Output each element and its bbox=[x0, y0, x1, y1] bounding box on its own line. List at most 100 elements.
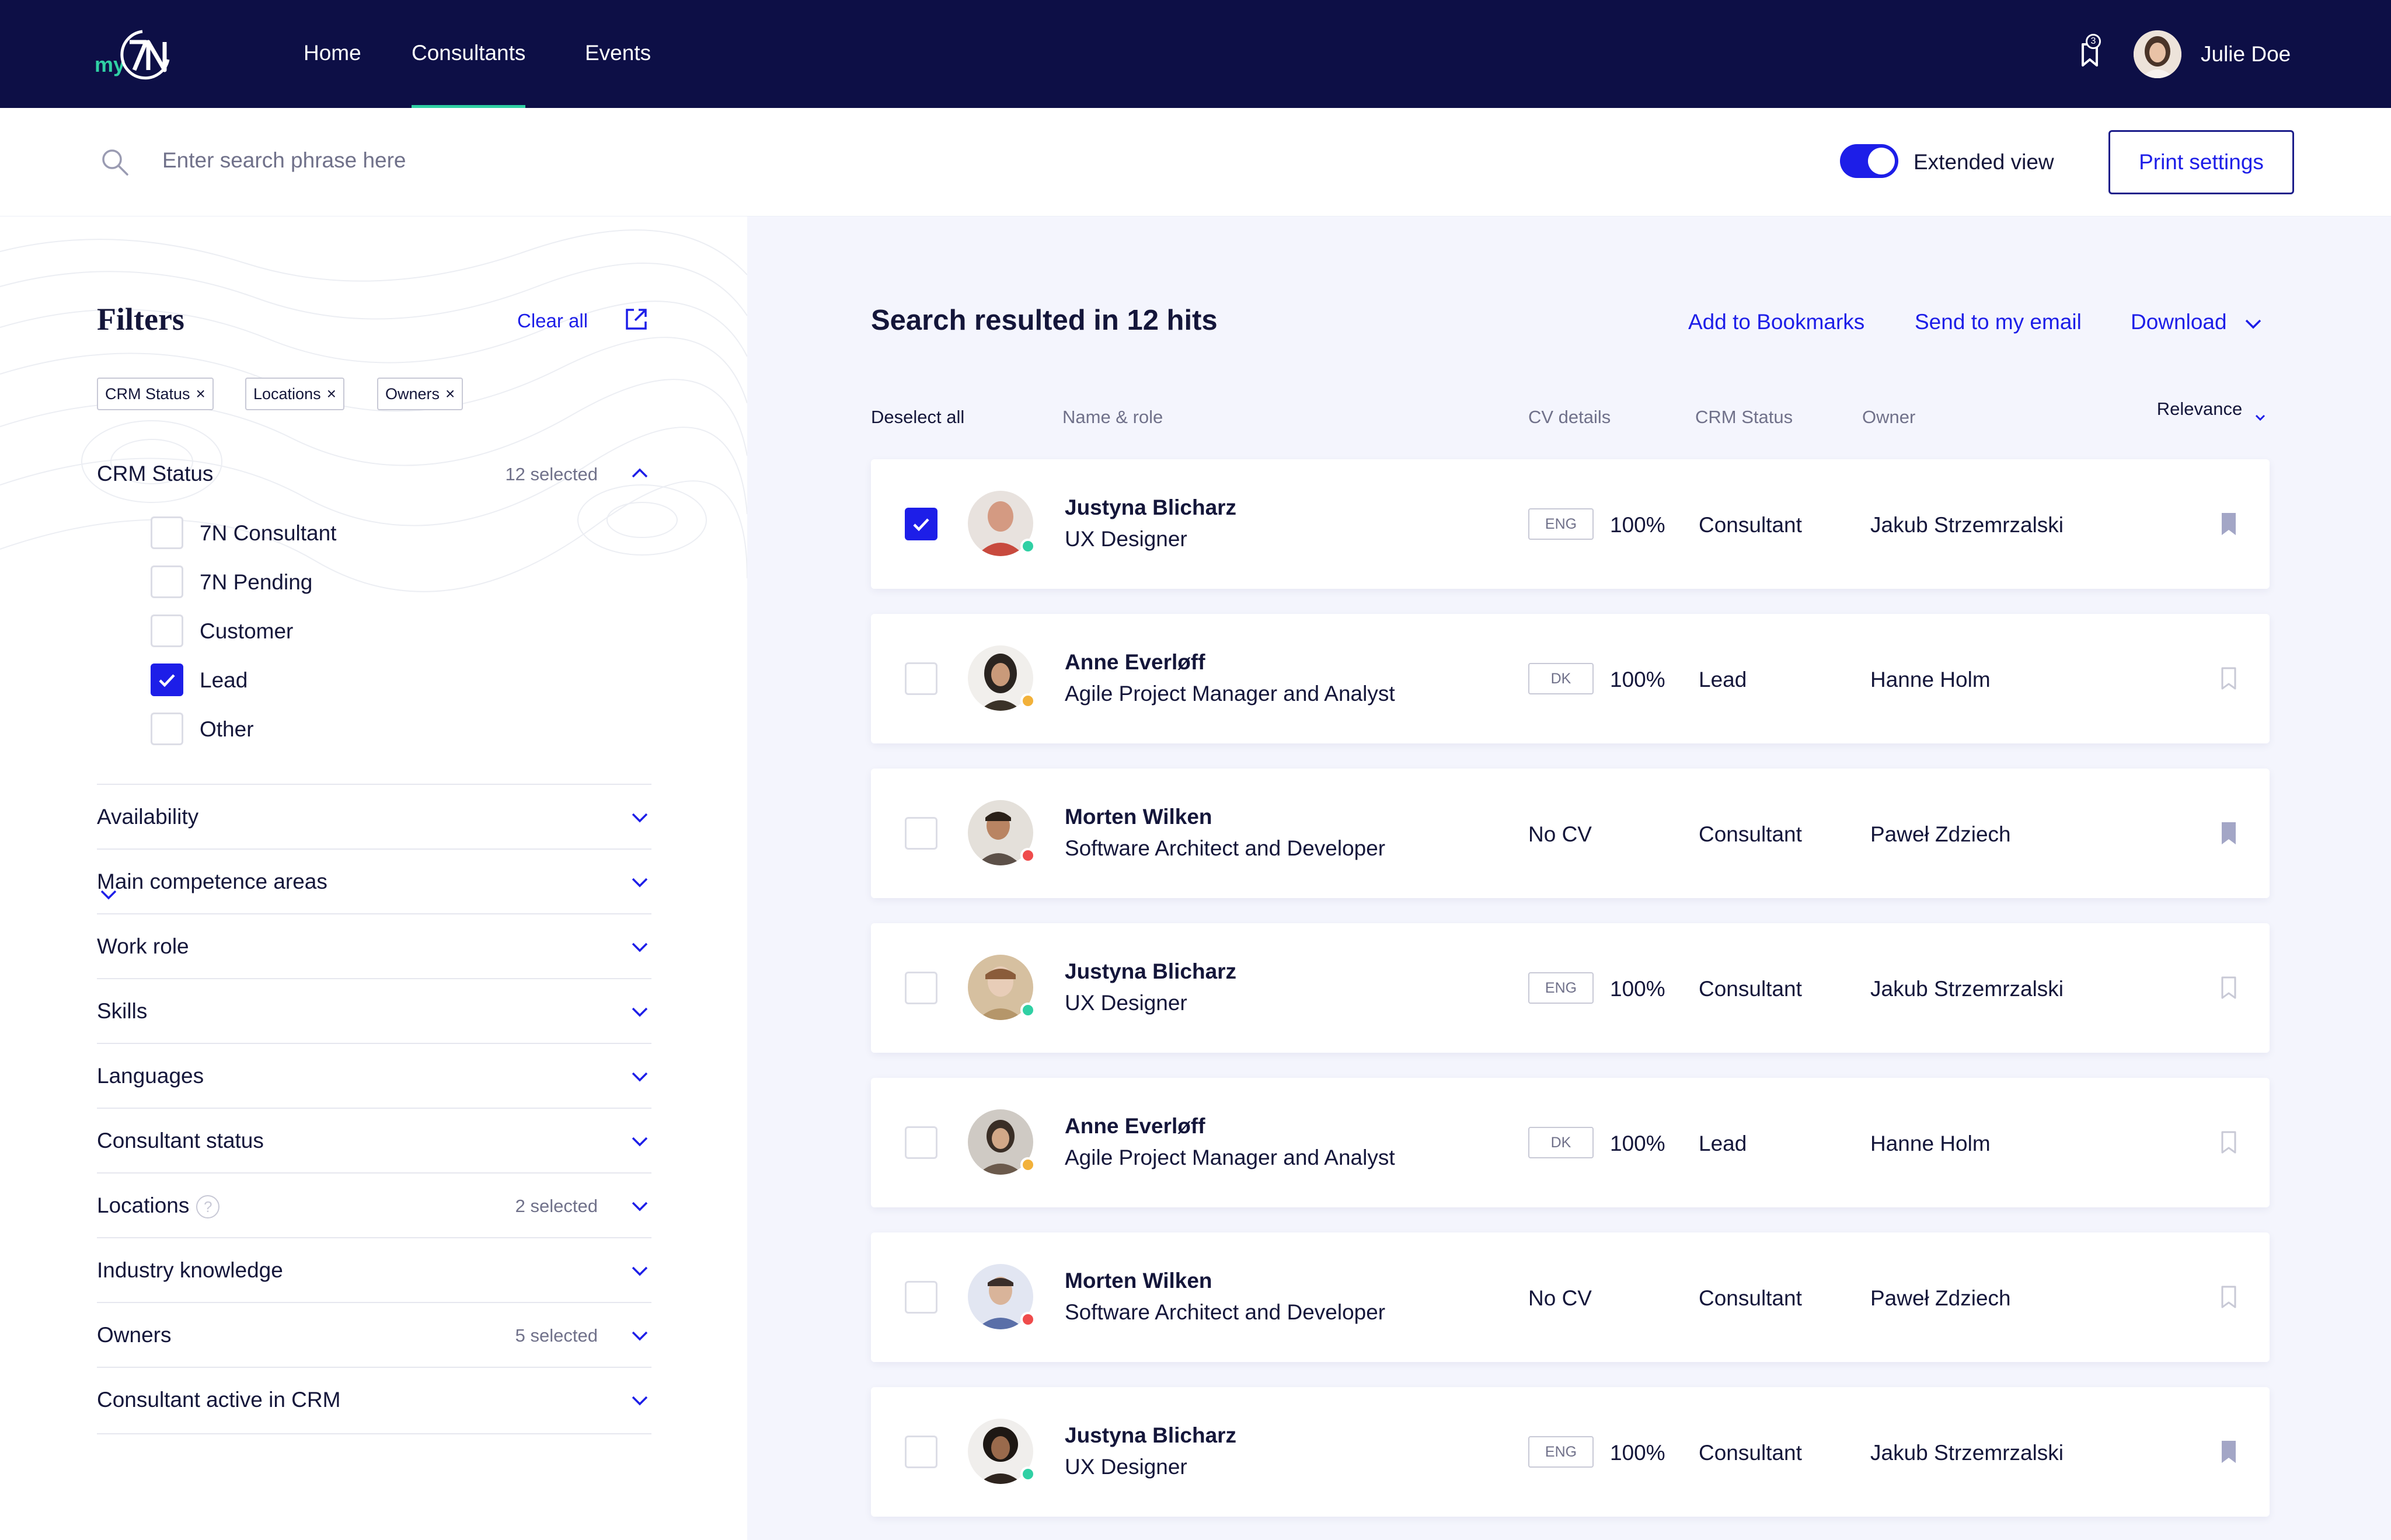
chevron-down-icon[interactable] bbox=[628, 1130, 651, 1153]
user-name[interactable]: Julie Doe bbox=[2201, 42, 2291, 67]
result-row[interactable]: Morten Wilken Software Architect and Dev… bbox=[871, 1232, 2270, 1362]
result-row[interactable]: Anne Everløff Agile Project Manager and … bbox=[871, 614, 2270, 743]
help-icon[interactable]: ? bbox=[196, 1195, 220, 1219]
filter-languages[interactable]: Languages bbox=[97, 1043, 651, 1108]
export-icon[interactable] bbox=[622, 305, 650, 333]
sort-relevance[interactable]: Relevance bbox=[2153, 399, 2246, 420]
chevron-down-icon[interactable] bbox=[628, 871, 651, 894]
chevron-down-icon[interactable] bbox=[2253, 410, 2267, 424]
result-row[interactable]: Justyna Blicharz UX Designer ENG 100% Co… bbox=[871, 459, 2270, 589]
nav-consultants[interactable]: Consultants bbox=[412, 41, 526, 109]
chevron-down-icon[interactable] bbox=[628, 935, 651, 959]
consultant-role: UX Designer bbox=[1065, 527, 1187, 551]
consultant-role: Software Architect and Developer bbox=[1065, 1300, 1386, 1324]
row-checkbox[interactable] bbox=[905, 1126, 937, 1159]
app-logo[interactable]: my bbox=[95, 25, 182, 83]
nav-home[interactable]: Home bbox=[304, 41, 361, 65]
search-input[interactable] bbox=[162, 143, 863, 178]
filter-consultant-active-in-crm[interactable]: Consultant active in CRM bbox=[97, 1367, 651, 1432]
filter-industry-knowledge[interactable]: Industry knowledge bbox=[97, 1237, 651, 1302]
remove-chip-icon[interactable]: × bbox=[445, 385, 455, 403]
filter-label: Owners bbox=[97, 1323, 172, 1347]
extended-view-label: Extended view bbox=[1914, 150, 2054, 174]
bookmark-outline-icon[interactable] bbox=[2217, 1283, 2240, 1312]
chevron-down-icon[interactable] bbox=[628, 1259, 651, 1283]
chevron-down-icon[interactable] bbox=[2242, 312, 2265, 336]
filter-chip-crm-status[interactable]: CRM Status × bbox=[97, 378, 214, 410]
chevron-down-icon[interactable] bbox=[628, 1000, 651, 1024]
consultant-name[interactable]: Anne Everløff bbox=[1065, 1114, 1205, 1139]
crm-status-value: Lead bbox=[1699, 1132, 1747, 1155]
checkbox[interactable] bbox=[151, 516, 183, 549]
row-checkbox[interactable] bbox=[905, 1436, 937, 1468]
filter-owners[interactable]: Owners 5 selected bbox=[97, 1302, 651, 1367]
consultant-name[interactable]: Justyna Blicharz bbox=[1065, 959, 1236, 984]
clear-all-link[interactable]: Clear all bbox=[517, 310, 588, 332]
column-header-crm: CRM Status bbox=[1695, 407, 1793, 427]
check-icon bbox=[159, 674, 175, 687]
crm-status-value: Consultant bbox=[1699, 1286, 1802, 1310]
filter-label: Industry knowledge bbox=[97, 1258, 283, 1282]
filter-availability[interactable]: Availability bbox=[97, 784, 651, 849]
nav-events[interactable]: Events bbox=[585, 41, 651, 65]
filter-consultant-status[interactable]: Consultant status bbox=[97, 1108, 651, 1173]
user-avatar[interactable] bbox=[2134, 30, 2181, 78]
print-settings-button[interactable]: Print settings bbox=[2108, 130, 2294, 194]
download-dropdown[interactable]: Download bbox=[2131, 310, 2227, 334]
chevron-down-icon[interactable] bbox=[628, 1324, 651, 1347]
row-checkbox-checked[interactable] bbox=[905, 508, 937, 540]
consultant-role: Agile Project Manager and Analyst bbox=[1065, 1146, 1395, 1169]
checkbox[interactable] bbox=[151, 614, 183, 647]
extended-view-toggle[interactable] bbox=[1840, 144, 1898, 178]
consultant-name[interactable]: Justyna Blicharz bbox=[1065, 1423, 1236, 1448]
bookmark-icon[interactable] bbox=[2217, 509, 2240, 539]
add-to-bookmarks-link[interactable]: Add to Bookmarks bbox=[1688, 310, 1864, 334]
option-label: Lead bbox=[200, 668, 248, 692]
option-label: 7N Consultant bbox=[200, 521, 337, 545]
chevron-up-icon[interactable] bbox=[628, 462, 651, 485]
checkbox[interactable] bbox=[151, 713, 183, 745]
deselect-all-button[interactable]: Deselect all bbox=[871, 407, 964, 428]
crm-status-section-header[interactable]: CRM Status 12 selected bbox=[97, 462, 651, 497]
result-row[interactable]: Morten Wilken Software Architect and Dev… bbox=[871, 769, 2270, 898]
filter-chip-locations[interactable]: Locations × bbox=[245, 378, 344, 410]
result-row[interactable]: Justyna Blicharz UX Designer ENG 100% Co… bbox=[871, 923, 2270, 1053]
row-checkbox[interactable] bbox=[905, 662, 937, 695]
filter-main-competence-areas[interactable]: Main competence areas bbox=[97, 848, 651, 914]
filter-label: Work role bbox=[97, 934, 189, 958]
row-checkbox[interactable] bbox=[905, 972, 937, 1004]
bookmark-icon[interactable] bbox=[2217, 1437, 2240, 1466]
row-checkbox[interactable] bbox=[905, 817, 937, 850]
column-header-cv: CV details bbox=[1528, 407, 1611, 427]
remove-chip-icon[interactable]: × bbox=[196, 385, 205, 403]
filter-work-role[interactable]: Work role bbox=[97, 913, 651, 979]
consultant-name[interactable]: Justyna Blicharz bbox=[1065, 495, 1236, 520]
bookmark-outline-icon[interactable] bbox=[2217, 1128, 2240, 1157]
result-row[interactable]: Justyna Blicharz UX Designer ENG 100% Co… bbox=[871, 1387, 2270, 1517]
row-checkbox[interactable] bbox=[905, 1281, 937, 1314]
bookmark-outline-icon[interactable] bbox=[2217, 973, 2240, 1003]
chevron-down-icon[interactable] bbox=[628, 1389, 651, 1412]
chevron-down-icon[interactable] bbox=[628, 806, 651, 829]
bookmark-icon[interactable] bbox=[2217, 819, 2240, 848]
remove-chip-icon[interactable]: × bbox=[327, 385, 336, 403]
results-title: Search resulted in 12 hits bbox=[871, 305, 1218, 336]
result-row[interactable]: Anne Everløff Agile Project Manager and … bbox=[871, 1078, 2270, 1207]
filter-locations[interactable]: Locations? 2 selected bbox=[97, 1172, 651, 1238]
results-panel: Search resulted in 12 hits Add to Bookma… bbox=[747, 216, 2391, 1540]
checkbox-checked[interactable] bbox=[151, 664, 183, 696]
send-to-email-link[interactable]: Send to my email bbox=[1915, 310, 2082, 334]
owner-name: Paweł Zdziech bbox=[1870, 1286, 2011, 1310]
filter-skills[interactable]: Skills bbox=[97, 978, 651, 1043]
filter-chip-owners[interactable]: Owners × bbox=[377, 378, 463, 410]
crm-status-value: Consultant bbox=[1699, 513, 1802, 537]
bookmark-outline-icon[interactable] bbox=[2217, 664, 2240, 693]
chevron-down-icon[interactable] bbox=[628, 1195, 651, 1218]
search-toolbar: Extended view Print settings bbox=[0, 108, 2391, 216]
consultant-name[interactable]: Morten Wilken bbox=[1065, 1269, 1212, 1293]
checkbox[interactable] bbox=[151, 565, 183, 598]
chevron-down-icon[interactable] bbox=[628, 1065, 651, 1088]
consultant-name[interactable]: Anne Everløff bbox=[1065, 650, 1205, 675]
crm-status-selected-count: 12 selected bbox=[505, 464, 598, 484]
consultant-name[interactable]: Morten Wilken bbox=[1065, 805, 1212, 829]
